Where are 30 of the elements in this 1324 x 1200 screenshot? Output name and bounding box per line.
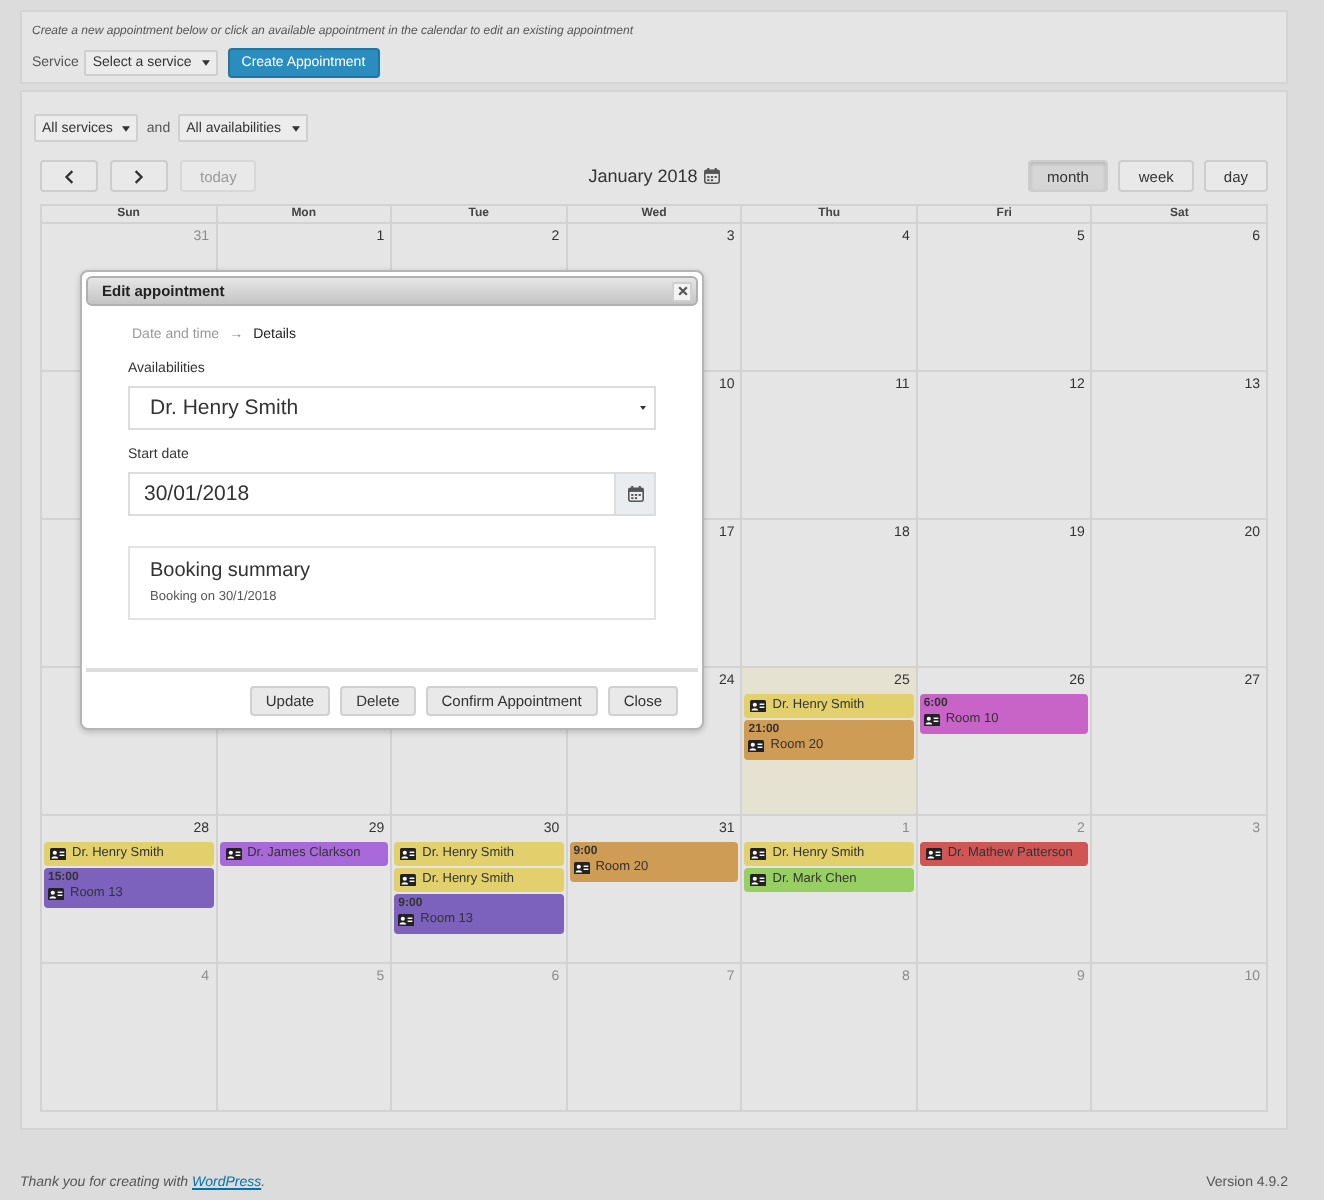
contact-card-icon [398,913,415,927]
availability-select[interactable]: Dr. Henry Smith [128,386,656,430]
contact-card-icon [925,847,942,861]
summary-title: Booking summary [150,560,313,584]
previous-button[interactable] [40,160,98,192]
dialog-close-button[interactable] [672,281,692,301]
contact-card-icon [400,847,417,861]
close-icon [677,286,687,296]
caret-icon [291,125,300,131]
chevron-right-icon [134,169,144,183]
contact-card-icon [750,873,767,887]
chevron-left-icon [64,169,74,183]
contact-card-icon [573,861,590,875]
calendar-icon[interactable] [703,168,720,184]
next-button[interactable] [110,160,168,192]
contact-card-icon [748,739,765,753]
contact-card-icon [923,713,940,727]
month-title: January 2018 [588,166,698,186]
contact-card-icon [750,847,767,861]
caret-icon [201,59,210,65]
contact-card-icon [50,847,66,861]
contact-card-icon [48,887,64,901]
caret-icon [122,125,131,131]
contact-card-icon [400,873,417,887]
contact-card-icon [225,847,242,861]
date-picker-button[interactable] [616,472,656,516]
caret-icon [640,406,646,410]
calendar-icon [627,486,643,502]
contact-card-icon [750,699,767,713]
start-date-field[interactable]: 30/01/2018 [128,472,616,516]
